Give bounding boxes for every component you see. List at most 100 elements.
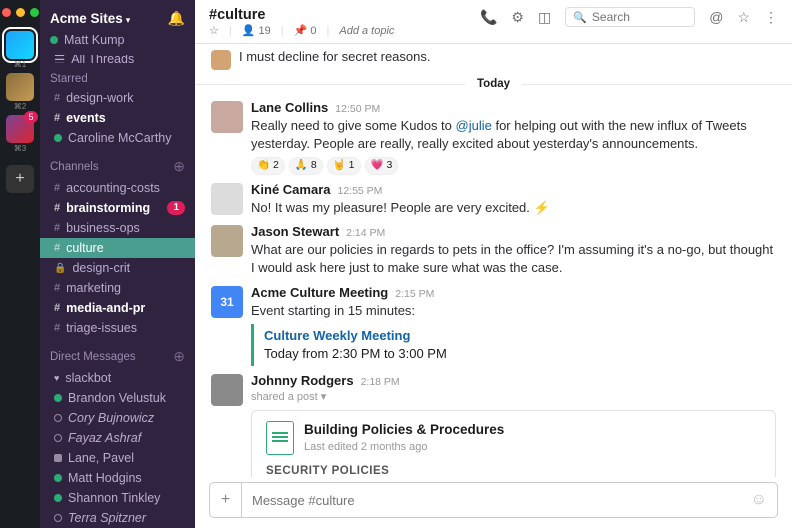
sidebar-item-events[interactable]: #events [40, 108, 195, 128]
sidebar-item-caroline-mccarthy[interactable]: Caroline McCarthy [40, 128, 195, 148]
presence-indicator [54, 494, 62, 502]
main-panel: #culture ☆ | 👤 19 | 📌 0 | Add a topic 📞 … [195, 0, 792, 528]
presence-indicator [50, 36, 58, 44]
avatar [211, 374, 243, 406]
add-workspace-button[interactable]: + [6, 165, 34, 193]
presence-indicator [54, 394, 62, 402]
timestamp: 12:50 PM [335, 102, 380, 117]
slackbot-icon: ♥ [54, 373, 59, 383]
sidebar-item-design-crit[interactable]: 🔒design-crit [40, 258, 195, 278]
reaction[interactable]: 🙏 8 [289, 157, 323, 175]
minimize-window[interactable] [16, 8, 25, 17]
pin-count[interactable]: 📌 0 [294, 24, 317, 37]
shared-indicator: shared a post ▾ [251, 390, 776, 405]
maximize-window[interactable] [30, 8, 39, 17]
presence-indicator [54, 434, 62, 442]
sidebar-item-media-and-pr[interactable]: #media-and-pr [40, 298, 195, 318]
sidebar-item-matt-hodgins[interactable]: Matt Hodgins [40, 468, 195, 488]
message-text: Event starting in 15 minutes: [251, 302, 776, 320]
presence-indicator [54, 514, 62, 522]
sidebar: Acme Sites▾ 🔔 Matt Kump ☰ All Threads St… [40, 0, 195, 528]
sender-name[interactable]: Acme Culture Meeting [251, 284, 388, 302]
sender-name[interactable]: Johnny Rodgers [251, 372, 354, 390]
sidebar-item-shannon-tinkley[interactable]: Shannon Tinkley [40, 488, 195, 508]
add-channel-icon[interactable]: ⊕ [173, 158, 185, 175]
sidebar-item-cory-bujnowicz[interactable]: Cory Bujnowicz [40, 408, 195, 428]
search-input[interactable] [592, 10, 687, 24]
timestamp: 2:14 PM [346, 226, 385, 241]
sidebar-item-slackbot[interactable]: ♥slackbot [40, 368, 195, 388]
reactions: 👏 2🙏 8🤘 1💗 3 [251, 157, 776, 175]
star-icon[interactable]: ☆ [209, 24, 219, 37]
emoji-button[interactable]: ☺ [741, 491, 777, 509]
avatar [211, 101, 243, 133]
close-window[interactable] [2, 8, 11, 17]
message[interactable]: Jason Stewart 2:14 PMWhat are our policie… [195, 220, 792, 281]
composer: + ☺ [195, 477, 792, 528]
group-dm-icon [54, 454, 62, 462]
sidebar-item-design-work[interactable]: #design-work [40, 88, 195, 108]
sidebar-item-marketing[interactable]: #marketing [40, 278, 195, 298]
search-icon: 🔍 [573, 11, 587, 24]
search-box[interactable]: 🔍 [565, 7, 695, 27]
timestamp: 12:55 PM [337, 184, 382, 199]
reaction[interactable]: 👏 2 [251, 157, 285, 175]
details-icon[interactable]: ◫ [538, 9, 551, 26]
lock-icon: 🔒 [54, 263, 66, 274]
message-partial[interactable]: I must decline for secret reasons. [195, 48, 792, 72]
add-topic[interactable]: Add a topic [339, 25, 394, 37]
reaction[interactable]: 🤘 1 [327, 157, 361, 175]
section-starred: Starred [40, 63, 195, 88]
settings-icon[interactable]: ⚙ [511, 9, 524, 26]
message-input[interactable] [242, 485, 741, 516]
avatar [211, 50, 231, 70]
message-text: What are our policies in regards to pets… [251, 241, 776, 277]
add-dm-icon[interactable]: ⊕ [173, 348, 185, 365]
workspace-tile[interactable]: ⌘2 [6, 73, 34, 101]
message[interactable]: Lane Collins12:50 PMReally need to give … [195, 96, 792, 178]
sidebar-item-business-ops[interactable]: #business-ops [40, 218, 195, 238]
workspace-tile[interactable]: ⌘1 [6, 31, 34, 59]
sidebar-item-terra-spitzner[interactable]: Terra Spitzner [40, 508, 195, 528]
presence-indicator [54, 474, 62, 482]
sidebar-item-triage-issues[interactable]: #triage-issues [40, 318, 195, 338]
team-switcher[interactable]: Acme Sites▾ [50, 11, 130, 26]
notifications-icon[interactable]: 🔔 [168, 10, 185, 27]
mentions-icon[interactable]: @ [709, 9, 723, 25]
sender-name[interactable]: Jason Stewart [251, 223, 339, 241]
hash-icon: # [54, 222, 60, 234]
presence-indicator [54, 134, 62, 142]
sidebar-item-culture[interactable]: #culture [40, 238, 195, 258]
workspace-tile[interactable]: ⌘35 [6, 115, 34, 143]
calendar-icon: 31 [211, 286, 243, 318]
call-icon[interactable]: 📞 [480, 9, 497, 26]
sidebar-item-brainstorming[interactable]: #brainstorming1 [40, 198, 195, 218]
post-attachment[interactable]: Building Policies & ProceduresLast edite… [251, 410, 776, 477]
reaction[interactable]: 💗 3 [365, 157, 399, 175]
sidebar-item-lane-pavel[interactable]: Lane, Pavel [40, 448, 195, 468]
attachment[interactable]: Culture Weekly MeetingToday from 2:30 PM… [251, 324, 776, 366]
message[interactable]: 31Acme Culture Meeting2:15 PMEvent start… [195, 281, 792, 370]
message[interactable]: Johnny Rodgers2:18 PMshared a post ▾Buil… [195, 369, 792, 477]
hash-icon: # [54, 202, 60, 214]
more-icon[interactable]: ⋮ [764, 9, 778, 26]
star-items-icon[interactable]: ☆ [737, 9, 750, 26]
document-icon [266, 421, 294, 455]
sender-name[interactable]: Lane Collins [251, 99, 328, 117]
current-user[interactable]: Matt Kump [40, 33, 195, 55]
sidebar-item-brandon-velustuk[interactable]: Brandon Velustuk [40, 388, 195, 408]
hash-icon: # [54, 322, 60, 334]
hash-icon: # [54, 112, 60, 124]
sidebar-item-fayaz-ashraf[interactable]: Fayaz Ashraf [40, 428, 195, 448]
sender-name[interactable]: Kiné Camara [251, 181, 330, 199]
all-threads[interactable]: ☰ All Threads [40, 55, 195, 63]
mention[interactable]: @julie [456, 118, 492, 133]
avatar [211, 225, 243, 257]
sidebar-item-accounting-costs[interactable]: #accounting-costs [40, 178, 195, 198]
presence-indicator [54, 414, 62, 422]
workspace-switcher: ⌘1 ⌘2 ⌘35 + [0, 0, 40, 528]
attach-button[interactable]: + [210, 483, 242, 517]
message[interactable]: Kiné Camara12:55 PMNo! It was my pleasur… [195, 178, 792, 220]
member-count[interactable]: 👤 19 [242, 24, 271, 37]
date-divider: Today [195, 78, 792, 90]
